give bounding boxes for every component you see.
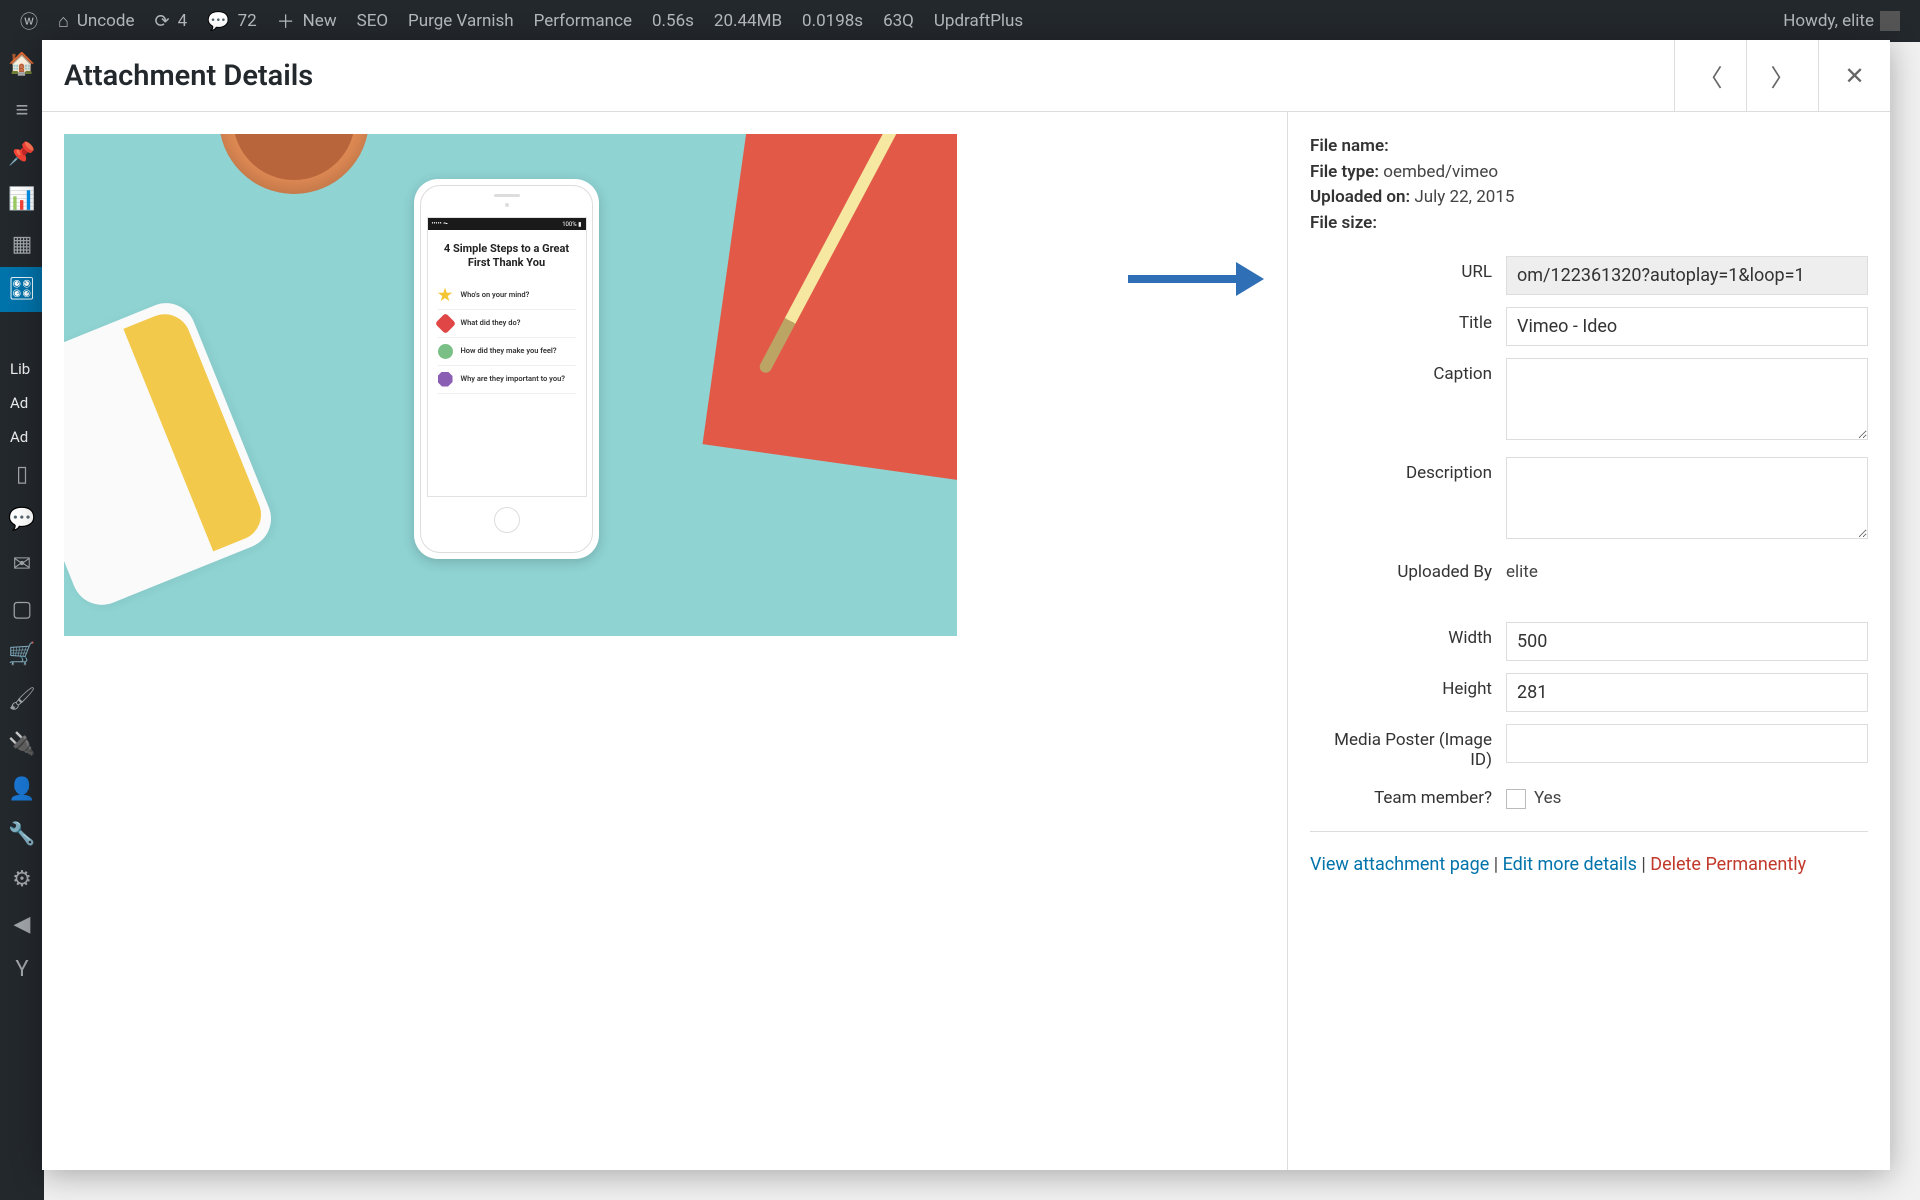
team-option: Yes — [1534, 788, 1561, 808]
title-field[interactable] — [1506, 307, 1868, 346]
modal-header: Attachment Details 〈 〉 ✕ — [42, 40, 1890, 112]
divider — [1310, 831, 1868, 832]
uploaded-value: July 22, 2015 — [1414, 187, 1514, 207]
admin-sidebar: 🏠 ≡ 📌 📊 ▦ 🎛 Lib Ad Ad ▯ 💬 ✉ ▢ 🛒 🖌 🔌 👤 🔧 … — [0, 42, 44, 1200]
description-field[interactable] — [1506, 457, 1868, 539]
chevron-right-icon: 〉 — [1771, 58, 1795, 93]
new-label: New — [303, 11, 337, 31]
avatar — [1880, 11, 1900, 31]
edit-details-link[interactable]: Edit more details — [1503, 854, 1637, 875]
media-submenu: Lib Ad Ad — [0, 352, 44, 454]
pages-icon[interactable]: ▯ — [0, 452, 44, 497]
home-icon: ⌂ — [58, 11, 69, 32]
filetype-value: oembed/vimeo — [1383, 162, 1498, 182]
phone-mockup: ••••• ⏦100% ▮ 4 Simple Steps to a Great … — [414, 179, 599, 559]
ab-updraft[interactable]: UpdraftPlus — [924, 11, 1033, 31]
caption-label: Caption — [1310, 358, 1506, 384]
chevron-left-icon: 〈 — [1699, 58, 1723, 93]
wp-logo[interactable]: ⓦ — [10, 8, 48, 34]
settings-icon[interactable]: ⚙ — [0, 857, 44, 902]
height-label: Height — [1310, 673, 1506, 699]
next-button[interactable]: 〉 — [1746, 40, 1818, 111]
pin-icon[interactable]: 📌 — [0, 132, 44, 177]
filename-label: File name: — [1310, 136, 1389, 156]
comment-icon: 💬 — [207, 11, 229, 32]
comments-link[interactable]: 💬 72 — [197, 11, 267, 32]
close-icon: ✕ — [1844, 62, 1864, 90]
action-links: View attachment page | Edit more details… — [1310, 854, 1868, 875]
team-checkbox[interactable] — [1506, 789, 1526, 809]
ab-performance[interactable]: Performance — [524, 11, 642, 31]
attachment-details-modal: Attachment Details 〈 〉 ✕ ••••• ⏦100% ▮ — [42, 40, 1890, 1170]
admin-bar: ⓦ ⌂Uncode ⟳4 💬72 ＋New SEO Purge Varnish … — [0, 0, 1920, 42]
ab-seo[interactable]: SEO — [347, 11, 398, 31]
filesize-label: File size: — [1310, 213, 1377, 233]
plugins-icon[interactable]: 🔌 — [0, 722, 44, 767]
url-field[interactable] — [1506, 256, 1868, 295]
stats-icon[interactable]: 📊 — [0, 177, 44, 222]
uploaded-label: Uploaded on: — [1310, 187, 1410, 207]
height-field[interactable] — [1506, 673, 1868, 712]
ab-purge[interactable]: Purge Varnish — [398, 11, 524, 31]
plus-icon: ＋ — [277, 8, 295, 34]
delete-permanently-link[interactable]: Delete Permanently — [1650, 854, 1806, 875]
layers-icon[interactable]: ≡ — [0, 87, 44, 132]
ab-time[interactable]: 0.56s — [642, 11, 704, 31]
users-icon[interactable]: 👤 — [0, 767, 44, 812]
submenu-add2[interactable]: Ad — [0, 420, 44, 454]
prop-notebook — [703, 134, 957, 480]
tools-icon[interactable]: 🔧 — [0, 812, 44, 857]
ab-queries[interactable]: 63Q — [873, 11, 924, 31]
comment-menu-icon[interactable]: 💬 — [0, 497, 44, 542]
filetype-label: File type: — [1310, 162, 1379, 182]
ab-db[interactable]: 0.0198s — [792, 11, 873, 31]
prop-cup — [64, 294, 280, 614]
uploadedby-value: elite — [1506, 556, 1868, 582]
modal-nav: 〈 〉 ✕ — [1674, 40, 1890, 111]
caption-field[interactable] — [1506, 358, 1868, 440]
description-label: Description — [1310, 457, 1506, 483]
file-meta: File name: File type: oembed/vimeo Uploa… — [1310, 134, 1868, 236]
comments-count: 72 — [238, 11, 257, 31]
site-link[interactable]: ⌂ Uncode — [48, 11, 144, 32]
howdy-link[interactable]: Howdy, elite — [1773, 11, 1910, 31]
updates-link[interactable]: ⟳4 — [144, 11, 197, 32]
prev-button[interactable]: 〈 — [1674, 40, 1746, 111]
mail-icon[interactable]: ✉ — [0, 542, 44, 587]
width-label: Width — [1310, 622, 1506, 648]
team-label: Team member? — [1310, 782, 1506, 808]
submenu-add1[interactable]: Ad — [0, 386, 44, 420]
media-icon[interactable]: 🎛 — [0, 267, 44, 312]
dashboard-icon[interactable]: 🏠 — [0, 42, 44, 87]
howdy-text: Howdy, elite — [1783, 11, 1874, 31]
refresh-icon: ⟳ — [154, 11, 169, 32]
blocks-icon[interactable]: ▦ — [0, 222, 44, 267]
uploadedby-label: Uploaded By — [1310, 556, 1506, 582]
collapse-icon[interactable]: ◀ — [0, 902, 44, 947]
media-preview: ••••• ⏦100% ▮ 4 Simple Steps to a Great … — [42, 112, 1288, 1170]
new-link[interactable]: ＋ New — [267, 8, 347, 34]
poster-label: Media Poster (Image ID) — [1310, 724, 1506, 770]
cart-icon[interactable]: 🛒 — [0, 632, 44, 677]
wordpress-icon: ⓦ — [20, 8, 38, 34]
width-field[interactable] — [1506, 622, 1868, 661]
modal-title: Attachment Details — [42, 59, 335, 93]
url-label: URL — [1310, 256, 1506, 282]
brush-icon[interactable]: 🖌 — [0, 677, 44, 722]
screen-heading: 4 Simple Steps to a Great First Thank Yo… — [438, 242, 576, 270]
close-button[interactable]: ✕ — [1818, 40, 1890, 111]
woo-icon[interactable]: ▢ — [0, 587, 44, 632]
view-attachment-link[interactable]: View attachment page — [1310, 854, 1489, 875]
site-name: Uncode — [77, 11, 135, 31]
details-panel: File name: File type: oembed/vimeo Uploa… — [1288, 112, 1890, 1170]
updates-count: 4 — [178, 11, 188, 31]
poster-field[interactable] — [1506, 724, 1868, 763]
ab-memory[interactable]: 20.44MB — [704, 11, 792, 31]
preview-image: ••••• ⏦100% ▮ 4 Simple Steps to a Great … — [64, 134, 957, 636]
submenu-library[interactable]: Lib — [0, 352, 44, 386]
prop-plate — [219, 134, 369, 194]
title-label: Title — [1310, 307, 1506, 333]
yoast-icon[interactable]: Y — [0, 947, 44, 992]
